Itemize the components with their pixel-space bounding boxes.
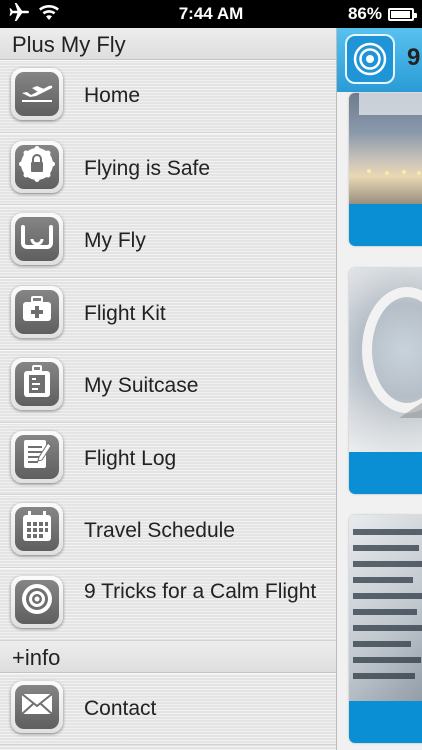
status-bar: 7:44 AM 86% [0,0,422,28]
main-content-peek[interactable]: 9 [337,28,422,750]
menu-item-my-suitcase[interactable]: My Suitcase [0,350,336,423]
menu-item-icon-tile [11,68,63,120]
menu-item-icon-tile [11,213,63,265]
menu-item-label: Home [84,84,141,108]
menu-title: Plus My Fly [0,28,336,60]
app-logo-icon[interactable] [345,34,395,84]
battery-icon [388,7,417,21]
menu-item-icon-tile [11,285,63,338]
content-card-window[interactable] [349,268,422,494]
menu-item-flying-is-safe[interactable]: Flying is Safe [0,132,336,205]
departure-board-photo [349,515,422,701]
menu-item-label: Flight Log [84,446,177,470]
side-menu: Plus My Fly Home Flying is Safe My Fly F… [0,28,337,750]
menu-item-icon-tile [11,140,63,193]
menu-item-label: My Suitcase [84,374,199,398]
envelope-icon [20,691,54,722]
card-bar [349,701,422,743]
battery-percent: 86% [347,4,382,23]
menu-item-9-tricks[interactable]: 9 Tricks for a Calm Flight [0,567,336,641]
card-bar [349,204,422,246]
battery-fill [391,10,410,18]
menu-item-label: Flight Kit [84,301,166,325]
menu-item-label: My Fly [84,229,146,253]
menu-item-home[interactable]: Home [0,60,336,133]
suitcase-icon [22,364,52,404]
menu-item-icon-tile [11,430,63,483]
content-card-airport[interactable] [349,93,422,246]
airplane-window-photo [349,268,422,452]
menu-item-flight-kit[interactable]: Flight Kit [0,277,336,350]
content-header: 9 [337,28,422,92]
content-header-title: 9 [407,44,421,71]
menu-item-label: Contact [84,696,157,720]
menu-item-label: Flying is Safe [84,156,211,180]
menu-item-label: 9 Tricks for a Calm Flight [84,579,317,603]
menu-item-icon-tile [11,575,63,628]
calendar-icon [20,510,54,549]
menu-item-contact[interactable]: Contact [0,672,336,745]
airport-photo [349,93,422,204]
card-bar [349,452,422,494]
menu-item-my-fly[interactable]: My Fly [0,205,336,278]
status-right: 86% [347,4,417,24]
menu-item-icon-tile [11,680,63,733]
menu-item-travel-schedule[interactable]: Travel Schedule [0,495,336,568]
airplane-icon [20,81,54,108]
menu-item-icon-tile [11,503,63,555]
lock-icon [19,146,55,187]
content-card-departures[interactable] [349,515,422,743]
menu-item-flight-log[interactable]: Flight Log [0,422,336,495]
menu-item-icon-tile [11,358,63,410]
info-section-title: +info [0,640,336,673]
first-aid-kit-icon [21,295,53,328]
my-fly-icon [20,223,54,256]
target-icon [20,582,54,621]
notebook-icon [21,437,53,476]
menu-item-label: Travel Schedule [84,519,235,543]
